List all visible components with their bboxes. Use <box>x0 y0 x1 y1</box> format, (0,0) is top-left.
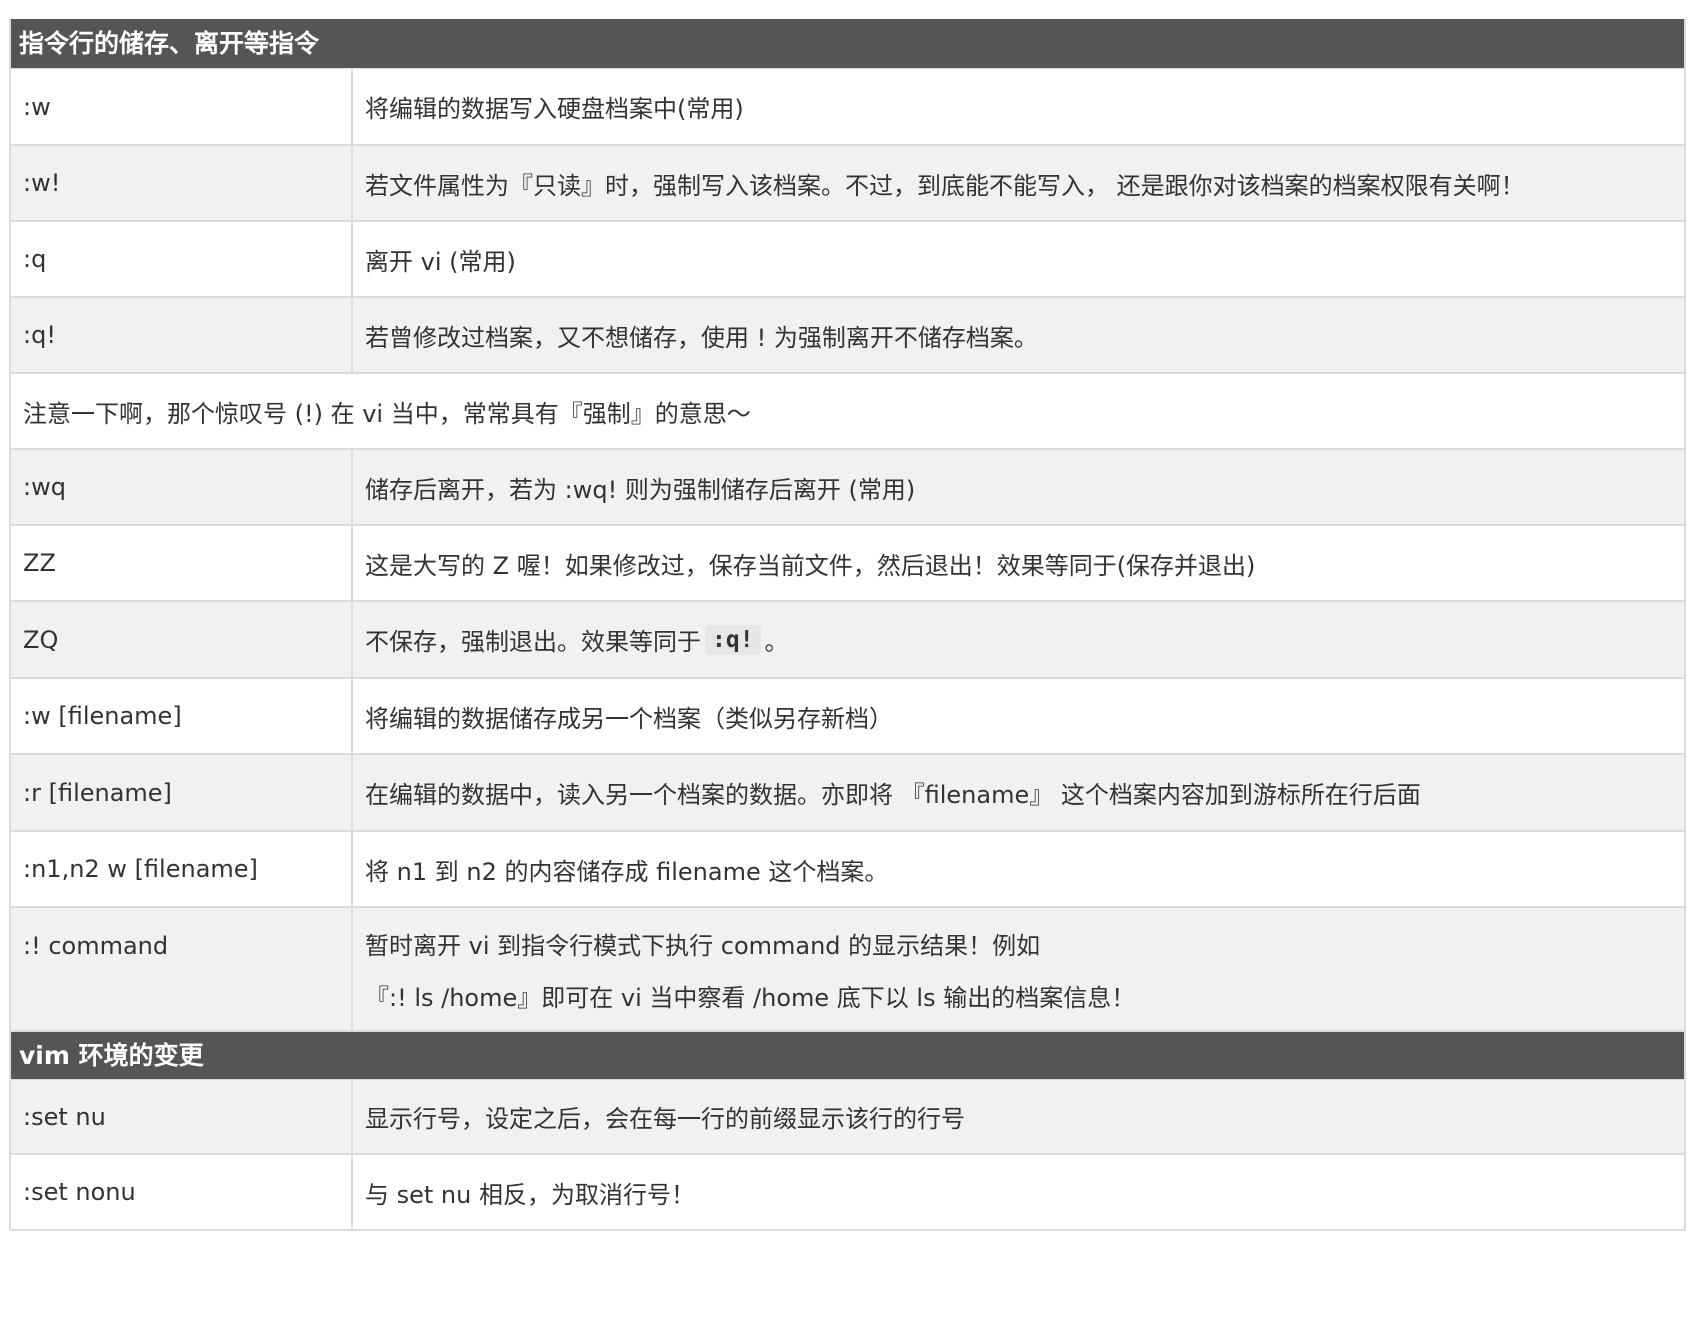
description-cell: 若曾修改过档案，又不想储存，使用 ! 为强制离开不储存档案。 <box>365 323 1038 352</box>
command-cell: :wq <box>11 450 353 524</box>
table-row: :w! 若文件属性为『只读』时，强制写入该档案。不过，到底能不能写入， 还是跟你… <box>11 146 1684 222</box>
description-cell: 将编辑的数据写入硬盘档案中(常用) <box>365 95 744 123</box>
description-cell: 在编辑的数据中，读入另一个档案的数据。亦即将 『filename』 这个档案内容… <box>365 781 1421 809</box>
description-text: 。 <box>764 628 789 656</box>
description-cell: 与 set nu 相反，为取消行号！ <box>365 1180 695 1209</box>
table-row: :n1,n2 w [filename] 将 n1 到 n2 的内容储存成 fil… <box>11 832 1684 908</box>
command-table: 指令行的储存、离开等指令 :w 将编辑的数据写入硬盘档案中(常用) :w! 若文… <box>9 19 1686 1231</box>
command-cell: :! command <box>11 908 353 1030</box>
note-text: 注意一下啊，那个惊叹号 (!) 在 vi 当中，常常具有『强制』的意思～ <box>23 399 751 428</box>
command-cell: ZQ <box>11 602 353 677</box>
command-cell: :w! <box>11 146 353 220</box>
table-row: :q 离开 vi (常用) <box>11 222 1684 298</box>
table-row: :set nu 显示行号，设定之后，会在每一行的前缀显示该行的行号 <box>11 1080 1684 1155</box>
description-cell: 离开 vi (常用) <box>365 247 516 276</box>
table-row: :w 将编辑的数据写入硬盘档案中(常用) <box>11 69 1684 146</box>
table-row: :r [filename] 在编辑的数据中，读入另一个档案的数据。亦即将 『fi… <box>11 755 1684 832</box>
description-cell: 将编辑的数据储存成另一个档案（类似另存新档） <box>365 704 893 733</box>
command-cell: :w [filename] <box>11 679 353 753</box>
description-cell: 储存后离开，若为 :wq! 则为强制储存后离开 (常用) <box>365 475 916 504</box>
command-cell: :q <box>11 222 353 296</box>
inline-code: :q! <box>705 624 761 655</box>
table-row: :wq 储存后离开，若为 :wq! 则为强制储存后离开 (常用) <box>11 450 1684 526</box>
table-row: ZZ 这是大写的 Z 喔！如果修改过，保存当前文件，然后退出！效果等同于(保存并… <box>11 526 1684 602</box>
description-line: 『:! ls /home』即可在 vi 当中察看 /home 底下以 ls 输出… <box>365 984 1136 1012</box>
command-cell: :q! <box>11 298 353 372</box>
command-cell: :w <box>11 69 353 144</box>
table-row: :w [filename] 将编辑的数据储存成另一个档案（类似另存新档） <box>11 679 1684 755</box>
description-cell: 将 n1 到 n2 的内容储存成 filename 这个档案。 <box>365 857 889 886</box>
description-line: 暂时离开 vi 到指令行模式下执行 command 的显示结果！例如 <box>365 932 1041 960</box>
section-header-vim-env: vim 环境的变更 <box>11 1032 1684 1080</box>
command-cell: :set nonu <box>11 1155 353 1229</box>
description-cell: 不保存，强制退出。效果等同于 :q! 。 <box>353 602 1684 677</box>
table-row: :q! 若曾修改过档案，又不想储存，使用 ! 为强制离开不储存档案。 <box>11 298 1684 374</box>
table-row: :set nonu 与 set nu 相反，为取消行号！ <box>11 1155 1684 1231</box>
command-cell: ZZ <box>11 526 353 600</box>
command-cell: :set nu <box>11 1080 353 1153</box>
table-row: ZQ 不保存，强制退出。效果等同于 :q! 。 <box>11 602 1684 679</box>
command-cell: :r [filename] <box>11 755 353 830</box>
description-cell: 若文件属性为『只读』时，强制写入该档案。不过，到底能不能写入， 还是跟你对该档案… <box>365 171 1525 200</box>
description-cell: 这是大写的 Z 喔！如果修改过，保存当前文件，然后退出！效果等同于(保存并退出) <box>365 551 1256 580</box>
table-row: :! command 暂时离开 vi 到指令行模式下执行 command 的显示… <box>11 908 1684 1032</box>
note-row: 注意一下啊，那个惊叹号 (!) 在 vi 当中，常常具有『强制』的意思～ <box>11 374 1684 450</box>
description-text: 不保存，强制退出。效果等同于 <box>365 628 701 656</box>
description-cell: 暂时离开 vi 到指令行模式下执行 command 的显示结果！例如 『:! l… <box>353 908 1684 1030</box>
command-cell: :n1,n2 w [filename] <box>11 832 353 906</box>
section-header-save-quit: 指令行的储存、离开等指令 <box>11 19 1684 69</box>
description-cell: 显示行号，设定之后，会在每一行的前缀显示该行的行号 <box>365 1105 965 1133</box>
